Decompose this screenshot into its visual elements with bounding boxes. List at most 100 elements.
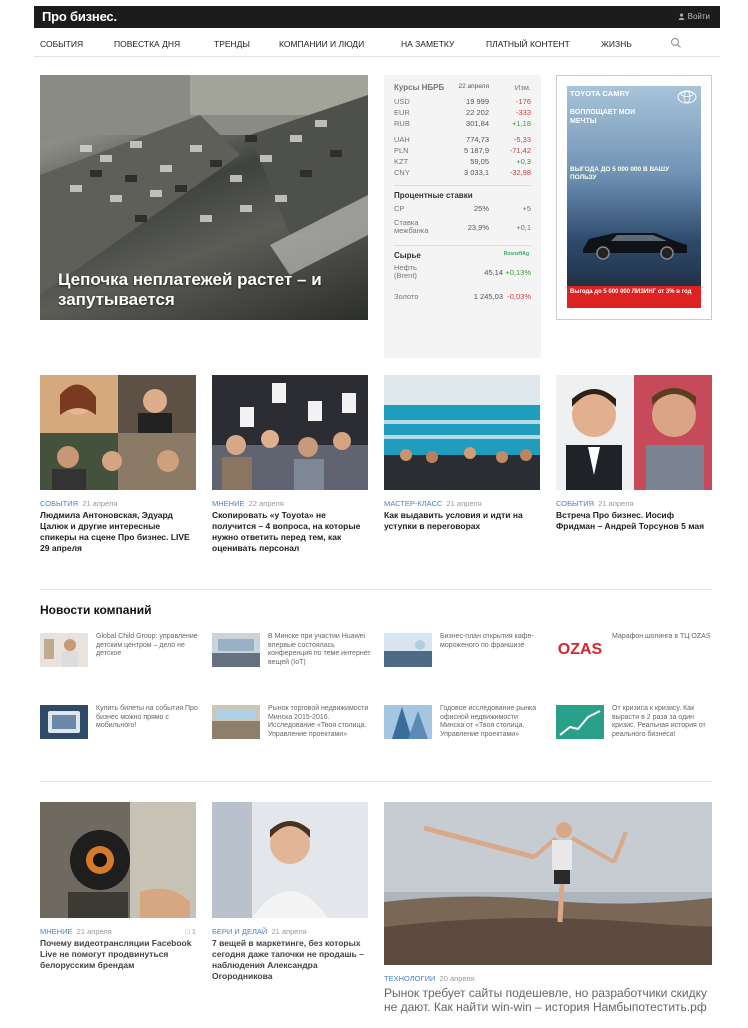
interest-value: 23,9% [467, 223, 489, 232]
main-nav: События Повестка дня Тренды Компании и л… [34, 33, 720, 57]
card-title[interactable]: Рынок требует сайты подешевле, но разраб… [384, 986, 712, 1014]
rate-code: UAH [394, 135, 410, 144]
company-news-item[interactable]: В Минске при участии Huawei впервые сост… [212, 633, 372, 685]
company-news-item[interactable]: Годовое исследование рынка офисной недви… [384, 705, 544, 757]
search-icon[interactable] [669, 36, 683, 50]
company-news-item[interactable]: Купить билеты на события Про бизнес можн… [40, 705, 200, 757]
rates-title: Курсы НБРБ [394, 83, 445, 92]
interest-value: 25% [473, 204, 489, 213]
news-text[interactable]: Global Child Group: управление детским ц… [96, 633, 200, 659]
commodity-value: 1 245,03 [473, 292, 503, 301]
interest-change: +0,1 [516, 223, 531, 232]
rate-row-eur: EUR 22 202 -333 [394, 108, 531, 119]
nav-item-notes[interactable]: На заметку [401, 39, 454, 49]
nav-item-companies[interactable]: Компании и люди [279, 39, 364, 49]
company-news-item[interactable]: От кризиса к кризису. Как вырасти в 2 ра… [556, 705, 716, 757]
rate-value: 5 187,9 [463, 146, 489, 155]
news-text[interactable]: От кризиса к кризису. Как вырасти в 2 ра… [612, 705, 716, 739]
nav-item-agenda[interactable]: Повестка дня [114, 39, 180, 49]
section-divider [40, 589, 712, 590]
rate-code: CNY [394, 168, 410, 177]
card-category[interactable]: Технологии [384, 974, 435, 983]
news-thumb [384, 633, 432, 667]
card-category[interactable]: События [40, 499, 78, 508]
rate-change: -32,98 [509, 168, 531, 177]
card-date: 21 апреля [446, 499, 482, 508]
rate-value: 22 202 [466, 108, 489, 117]
commodity-label: Нефть (Brent) [394, 263, 417, 280]
site-logo[interactable]: Про бизнес. [42, 9, 117, 24]
news-text[interactable]: Купить билеты на события Про бизнес можн… [96, 705, 200, 731]
rate-value: 301,84 [466, 119, 489, 128]
login-label: Войти [687, 12, 710, 21]
ad-bottom-strip: Выгода до 5 000 000 ЛИЗИНГ от 3% в год [567, 286, 701, 308]
nav-item-paid[interactable]: Платный контент [486, 39, 570, 49]
news-thumb [212, 705, 260, 739]
commodities-source-logo: RosneftAg [503, 251, 529, 257]
card-category[interactable]: Мастер-класс [384, 499, 442, 508]
bottom-card[interactable]: Бери и делай 21 апреля 7 вещей в маркети… [212, 802, 368, 982]
news-text[interactable]: Марафон шопинга в ТЦ OZAS [612, 633, 716, 642]
hero-article[interactable]: Цепочка неплатежей растет – и запутывает… [40, 75, 368, 320]
rate-change: -71,42 [509, 146, 531, 155]
feature-card[interactable]: Мастер-класс 21 апреля Как выдавить усло… [384, 375, 540, 532]
news-text[interactable]: Бизнес-план открытия кафе-мороженого по … [440, 633, 544, 650]
card-title[interactable]: Людмила Антоновская, Эдуард Цалюк и друг… [40, 510, 196, 554]
company-news-item[interactable]: Бизнес-план открытия кафе-мороженого по … [384, 633, 544, 685]
card-meta: Мнение 21 апреля □ 1 [40, 927, 196, 936]
news-text[interactable]: Рынок торговой недвижимости Минска 2015-… [268, 705, 372, 739]
news-thumb [556, 705, 604, 739]
card-image [212, 802, 368, 918]
nav-item-life[interactable]: Жизнь [601, 39, 632, 49]
rate-code: RUB [394, 119, 410, 128]
card-meta: Технологии 20 апреля [384, 974, 712, 983]
rate-row-kzt: KZT 59,05 +0,3 [394, 157, 531, 168]
hero-title[interactable]: Цепочка неплатежей растет – и запутывает… [58, 270, 358, 310]
company-news-item[interactable]: OZAS Марафон шопинга в ТЦ OZAS [556, 633, 716, 685]
company-news-item[interactable]: Рынок торговой недвижимости Минска 2015-… [212, 705, 372, 757]
ad-image: TOYOTA CAMRY Воплощает мои мечты Выгода … [567, 86, 701, 308]
rate-row-usd: USD 19 999 -176 [394, 97, 531, 108]
feature-card[interactable]: События 21 апреля Встреча Про бизнес. Ио… [556, 375, 712, 532]
feature-card[interactable]: Мнение 22 апреля Скопировать «у Toyota» … [212, 375, 368, 554]
card-category[interactable]: Мнение [40, 927, 72, 936]
news-text[interactable]: В Минске при участии Huawei впервые сост… [268, 633, 372, 667]
ozas-logo: OZAS [557, 641, 603, 658]
commodities-header: Сырье RosneftAg [394, 245, 531, 260]
login-link[interactable]: Войти [678, 12, 710, 21]
car-image [583, 233, 687, 260]
ad-brand: TOYOTA CAMRY [570, 89, 630, 98]
rate-row-uah: UAH 774,73 -5,33 [394, 135, 531, 146]
rate-value: 59,05 [470, 157, 489, 166]
card-title[interactable]: Как выдавить условия и идти на уступки в… [384, 510, 540, 532]
rates-change-header: Изм. [514, 83, 531, 92]
card-title[interactable]: Почему видеотрансляции Facebook Live не … [40, 938, 196, 971]
card-title[interactable]: Скопировать «у Toyota» не получится – 4 … [212, 510, 368, 554]
comments-count[interactable]: □ 1 [185, 927, 196, 936]
nav-item-events[interactable]: События [40, 39, 83, 49]
news-text[interactable]: Годовое исследование рынка офисной недви… [440, 705, 544, 739]
card-date: 22 апреля [248, 499, 284, 508]
company-news-item[interactable]: Global Child Group: управление детским ц… [40, 633, 200, 685]
feature-card[interactable]: События 21 апреля Людмила Антоновская, Э… [40, 375, 196, 554]
card-category[interactable]: Бери и делай [212, 927, 267, 936]
rate-row-rub: RUB 301,84 +1,18 [394, 119, 531, 130]
card-date: 21 апреля [82, 499, 118, 508]
bottom-card[interactable]: Мнение 21 апреля □ 1 Почему видеотрансляц… [40, 802, 196, 971]
card-category[interactable]: Мнение [212, 499, 244, 508]
card-image [40, 375, 196, 490]
rate-change: -5,33 [513, 135, 531, 144]
card-image [40, 802, 196, 918]
card-title[interactable]: 7 вещей в маркетинге, без которых сегодн… [212, 938, 368, 982]
commodity-label: Золото [394, 292, 419, 301]
nav-item-trends[interactable]: Тренды [214, 39, 250, 49]
card-title[interactable]: Встреча Про бизнес. Иосиф Фридман – Андр… [556, 510, 712, 532]
news-thumb [40, 633, 88, 667]
ad-banner[interactable]: TOYOTA CAMRY Воплощает мои мечты Выгода … [556, 75, 712, 320]
card-date: 21 апреля [598, 499, 634, 508]
card-meta: Бери и делай 21 апреля [212, 927, 368, 936]
toyota-logo-icon [677, 90, 697, 104]
big-card[interactable]: Технологии 20 апреля Рынок требует сайты… [384, 802, 727, 1014]
rate-value: 3 033,1 [463, 168, 489, 177]
card-category[interactable]: События [556, 499, 594, 508]
